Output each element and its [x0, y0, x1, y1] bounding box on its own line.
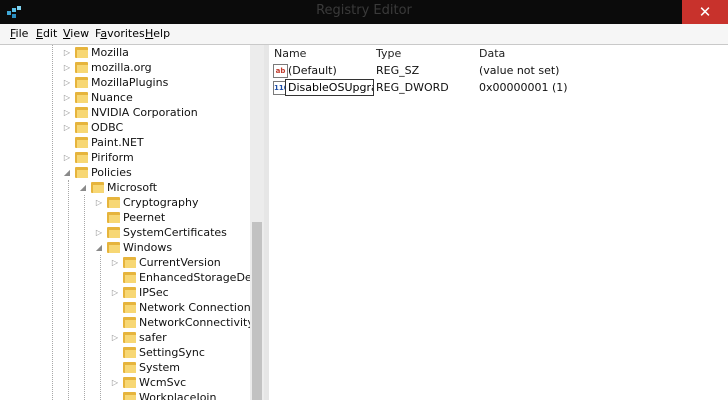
tree-item-label: Nuance — [91, 91, 133, 104]
value-name: (Default) — [288, 64, 337, 77]
menu-help[interactable]: Help — [145, 27, 170, 40]
key-tree-pane[interactable]: ▷ Mozilla ▷ mozilla.org ▷ MozillaPlugins ▷ Nuan… — [0, 45, 264, 400]
collapsed-arrow-icon[interactable]: ▷ — [110, 330, 120, 345]
tree-item-label: Paint.NET — [91, 136, 144, 149]
rename-edit-box[interactable]: DisableOSUpgrade — [285, 79, 374, 96]
menu-view[interactable]: View — [63, 27, 89, 40]
folder-icon — [123, 362, 136, 373]
collapsed-arrow-icon[interactable]: ▷ — [62, 75, 72, 90]
folder-icon — [75, 62, 88, 73]
value-type: REG_SZ — [376, 64, 420, 77]
tree-item-label: WorkplaceJoin — [139, 391, 217, 400]
folder-icon — [123, 257, 136, 268]
no-expander — [110, 270, 120, 285]
no-expander — [110, 315, 120, 330]
folder-icon — [107, 212, 120, 223]
no-expander — [110, 300, 120, 315]
tree-item-label: WcmSvc — [139, 376, 187, 389]
tree-item-label: System — [139, 361, 181, 374]
folder-icon — [75, 122, 88, 133]
column-header-name[interactable]: Name — [274, 47, 306, 60]
value-type: REG_DWORD — [376, 81, 449, 94]
folder-icon — [107, 197, 120, 208]
collapsed-arrow-icon[interactable]: ▷ — [94, 195, 104, 210]
title-bar[interactable]: Registry Editor ✕ — [0, 0, 728, 24]
tree-item-label: Mozilla — [91, 46, 129, 59]
folder-icon — [107, 242, 120, 253]
no-expander — [94, 210, 104, 225]
folder-icon — [75, 107, 88, 118]
registry-editor-window: Registry Editor ✕ File Edit View Favorit… — [0, 0, 728, 400]
folder-icon — [75, 167, 88, 178]
tree-item-label: MozillaPlugins — [91, 76, 169, 89]
tree-item-label: NVIDIA Corporation — [91, 106, 198, 119]
tree-item-label: safer — [139, 331, 167, 344]
collapsed-arrow-icon[interactable]: ▷ — [62, 105, 72, 120]
tree-guide-line — [100, 255, 101, 400]
tree-item-label: Cryptography — [123, 196, 199, 209]
collapsed-arrow-icon[interactable]: ▷ — [62, 150, 72, 165]
string-value-icon: ab — [273, 64, 288, 78]
tree-scrollbar-thumb[interactable] — [252, 222, 262, 400]
no-expander — [110, 360, 120, 375]
collapsed-arrow-icon[interactable]: ▷ — [62, 45, 72, 60]
close-button[interactable]: ✕ — [682, 0, 728, 24]
folder-icon — [75, 77, 88, 88]
tree-item-label: Piriform — [91, 151, 134, 164]
tree-item-label: Microsoft — [107, 181, 158, 194]
tree-item-label: NetworkConnectivityStatusIndicator — [139, 316, 264, 329]
menu-bar: File Edit View Favorites Help — [0, 24, 728, 44]
collapsed-arrow-icon[interactable]: ▷ — [110, 285, 120, 300]
values-list-pane[interactable]: Name Type Data ab (Default) REG_SZ (valu… — [269, 45, 728, 400]
tree-item-label: Policies — [91, 166, 132, 179]
collapsed-arrow-icon[interactable]: ▷ — [94, 225, 104, 240]
column-header-type[interactable]: Type — [376, 47, 401, 60]
expanded-arrow-icon[interactable]: ◢ — [78, 180, 88, 195]
folder-icon — [123, 377, 136, 388]
folder-icon — [75, 92, 88, 103]
tree-item-label: mozilla.org — [91, 61, 152, 74]
folder-icon — [75, 152, 88, 163]
folder-icon — [123, 347, 136, 358]
folder-icon — [123, 287, 136, 298]
folder-icon — [123, 392, 136, 400]
column-header-data[interactable]: Data — [479, 47, 505, 60]
menu-edit[interactable]: Edit — [36, 27, 57, 40]
folder-icon — [123, 272, 136, 283]
collapsed-arrow-icon[interactable]: ▷ — [110, 375, 120, 390]
tree-item-label: EnhancedStorageDevices — [139, 271, 264, 284]
tree-item-label: SystemCertificates — [123, 226, 227, 239]
folder-icon — [91, 182, 104, 193]
value-data: (value not set) — [479, 64, 560, 77]
menu-favorites[interactable]: Favorites — [95, 27, 145, 40]
tree-item-label: Windows — [123, 241, 173, 254]
folder-icon — [75, 137, 88, 148]
tree-item-label: Network Connections — [139, 301, 257, 314]
folder-icon — [123, 302, 136, 313]
folder-icon — [123, 317, 136, 328]
folder-icon — [107, 227, 120, 238]
window-title: Registry Editor — [316, 3, 412, 18]
value-data: 0x00000001 (1) — [479, 81, 568, 94]
tree-item-label: IPSec — [139, 286, 169, 299]
no-expander — [110, 390, 120, 400]
tree-item-label: ODBC — [91, 121, 124, 134]
folder-icon — [75, 47, 88, 58]
menu-file[interactable]: File — [10, 27, 28, 40]
collapsed-arrow-icon[interactable]: ▷ — [62, 60, 72, 75]
collapsed-arrow-icon[interactable]: ▷ — [62, 90, 72, 105]
expanded-arrow-icon[interactable]: ◢ — [94, 240, 104, 255]
expanded-arrow-icon[interactable]: ◢ — [62, 165, 72, 180]
collapsed-arrow-icon[interactable]: ▷ — [110, 255, 120, 270]
no-expander — [62, 135, 72, 150]
tree-guide-line — [52, 45, 53, 400]
tree-guide-line — [68, 180, 69, 400]
tree-guide-line — [84, 195, 85, 400]
folder-icon — [123, 332, 136, 343]
no-expander — [110, 345, 120, 360]
tree-item-label: CurrentVersion — [139, 256, 221, 269]
collapsed-arrow-icon[interactable]: ▷ — [62, 120, 72, 135]
tree-item-label: SettingSync — [139, 346, 205, 359]
tree-item-label: Peernet — [123, 211, 166, 224]
